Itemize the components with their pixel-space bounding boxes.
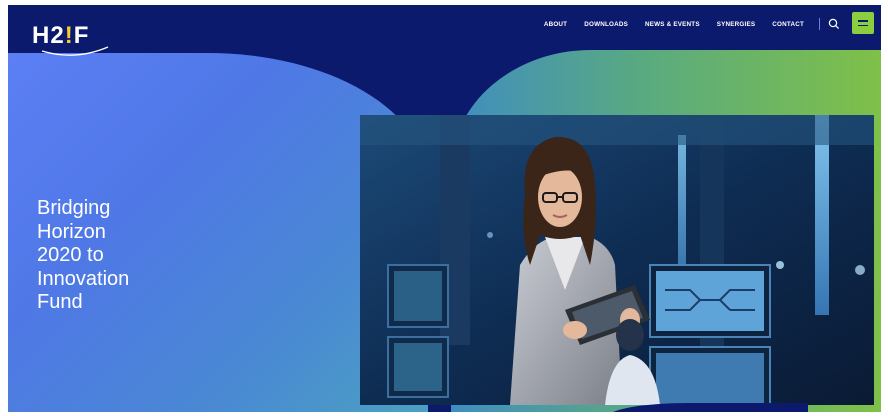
logo-swoosh-icon	[41, 46, 109, 56]
hero-title: Bridging Horizon 2020 to Innovation Fund	[37, 197, 129, 315]
hero-title-line: 2020 to	[37, 244, 104, 266]
nav-downloads[interactable]: DOWNLOADS	[584, 21, 628, 28]
hamburger-icon-line	[858, 24, 868, 27]
hamburger-icon-line	[858, 19, 868, 22]
main-nav: ABOUT DOWNLOADS NEWS & EVENTS SYNERGIES …	[544, 21, 804, 28]
hero-title-line: Bridging	[37, 197, 111, 219]
hero-photo-illustration	[360, 115, 874, 405]
nav-synergies[interactable]: SYNERGIES	[717, 21, 756, 28]
search-icon[interactable]	[828, 18, 840, 30]
nav-divider	[819, 18, 820, 30]
nav-about[interactable]: ABOUT	[544, 21, 567, 28]
site-header: H2!F ABOUT DOWNLOADS NEWS & EVENTS SYNER…	[8, 5, 881, 65]
menu-button[interactable]	[852, 12, 874, 34]
nav-news-events[interactable]: NEWS & EVENTS	[645, 21, 700, 28]
hero-photo	[360, 115, 874, 405]
page-frame: H2!F ABOUT DOWNLOADS NEWS & EVENTS SYNER…	[8, 5, 881, 412]
hero-title-line: Innovation	[37, 267, 130, 290]
nav-contact[interactable]: CONTACT	[772, 21, 804, 28]
hero-title-line: Fund	[37, 291, 83, 313]
hero-title-line: Horizon	[37, 220, 106, 243]
h2if-logo[interactable]: H2!F	[32, 19, 122, 61]
